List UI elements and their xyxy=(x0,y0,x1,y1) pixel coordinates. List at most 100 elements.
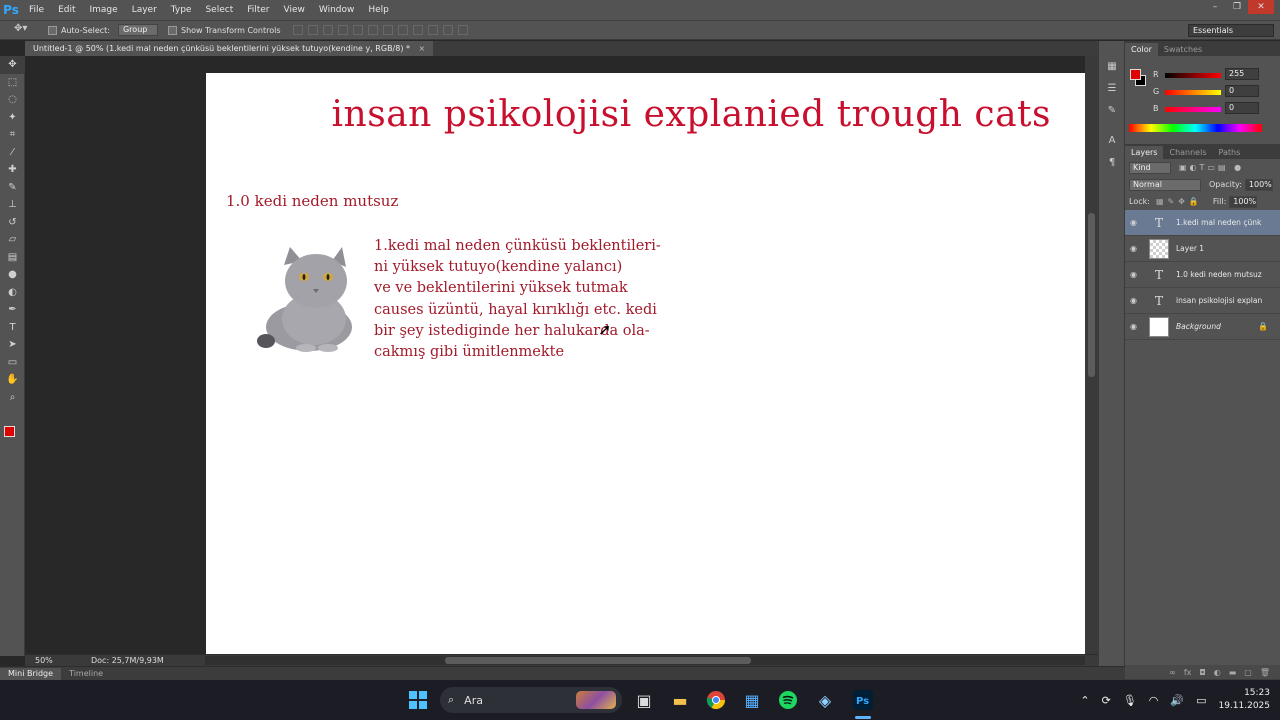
horizontal-scroll-thumb[interactable] xyxy=(445,657,751,664)
clone-stamp-tool-icon[interactable]: ⊥ xyxy=(0,196,25,214)
adjustment-layer-icon[interactable]: ◐ xyxy=(1214,668,1221,677)
new-group-icon[interactable]: ▬ xyxy=(1229,668,1237,677)
menu-select[interactable]: Select xyxy=(198,0,240,20)
blur-tool-icon[interactable]: ● xyxy=(0,266,25,284)
align-top-icon[interactable] xyxy=(292,25,303,35)
app-diamond-icon[interactable]: ◈ xyxy=(814,689,836,711)
visibility-eye-icon[interactable]: ◉ xyxy=(1130,270,1144,279)
blend-mode-dropdown[interactable]: Normal xyxy=(1129,178,1201,191)
sync-icon[interactable]: ⟳ xyxy=(1102,694,1111,707)
auto-select-dropdown[interactable]: Group xyxy=(117,24,158,36)
visibility-eye-icon[interactable]: ◉ xyxy=(1130,244,1144,253)
tab-mini-bridge[interactable]: Mini Bridge xyxy=(0,667,62,680)
menu-help[interactable]: Help xyxy=(361,0,396,20)
volume-icon[interactable]: 🔊 xyxy=(1170,694,1184,707)
tab-swatches[interactable]: Swatches xyxy=(1158,43,1208,56)
layer-filter-kind-dropdown[interactable]: Kind xyxy=(1129,161,1171,174)
delete-layer-icon[interactable]: 🗑 xyxy=(1260,668,1270,677)
distribute-vcenter-icon[interactable] xyxy=(397,25,408,35)
tab-paths[interactable]: Paths xyxy=(1213,146,1247,159)
restore-button[interactable]: ❐ xyxy=(1226,0,1248,14)
visibility-eye-icon[interactable]: ◉ xyxy=(1130,218,1144,227)
menu-image[interactable]: Image xyxy=(83,0,125,20)
foreground-color-swatch[interactable] xyxy=(4,426,15,437)
layer-row[interactable]: ◉ Background 🔒 xyxy=(1125,314,1280,340)
vertical-scroll-thumb[interactable] xyxy=(1088,213,1095,377)
distribute-left-icon[interactable] xyxy=(427,25,438,35)
move-tool-preset-icon[interactable]: ✥▾ xyxy=(14,23,38,37)
canvas-heading-text[interactable]: 1.0 kedi neden mutsuz xyxy=(226,192,398,210)
green-value-input[interactable]: 0 xyxy=(1225,85,1259,97)
marquee-tool-icon[interactable]: ⬚ xyxy=(0,74,25,92)
crop-tool-icon[interactable]: ⌗ xyxy=(0,126,25,144)
color-spectrum-bar[interactable] xyxy=(1129,124,1262,132)
history-panel-icon[interactable]: ▦ xyxy=(1099,55,1125,77)
canvas-body-text[interactable]: 1.kedi mal neden çünküsü beklentileri- n… xyxy=(374,236,661,363)
microsoft-store-icon[interactable]: ▦ xyxy=(741,689,763,711)
menu-type[interactable]: Type xyxy=(164,0,199,20)
link-layers-icon[interactable]: ∞ xyxy=(1169,668,1176,677)
red-slider[interactable] xyxy=(1165,73,1221,78)
properties-panel-icon[interactable]: ☰ xyxy=(1099,77,1125,99)
horizontal-scrollbar[interactable] xyxy=(205,656,1085,665)
wifi-icon[interactable]: ◠ xyxy=(1149,694,1159,707)
distribute-right-icon[interactable] xyxy=(457,25,468,35)
green-slider[interactable] xyxy=(1165,90,1221,95)
gradient-tool-icon[interactable]: ▤ xyxy=(0,249,25,267)
brush-tool-icon[interactable]: ✎ xyxy=(0,179,25,197)
hand-tool-icon[interactable]: ✋ xyxy=(0,371,25,389)
canvas-title-text[interactable]: insan psikolojisi explanied trough cats xyxy=(332,94,1051,135)
tab-layers[interactable]: Layers xyxy=(1125,146,1164,159)
align-vcenter-icon[interactable] xyxy=(307,25,318,35)
layer-row[interactable]: ◉ T 1.kedi mal neden çünk... xyxy=(1125,210,1280,236)
vertical-scrollbar[interactable] xyxy=(1085,56,1098,654)
file-explorer-icon[interactable]: ▬ xyxy=(669,689,691,711)
menu-layer[interactable]: Layer xyxy=(125,0,164,20)
character-panel-icon[interactable]: A xyxy=(1099,129,1125,151)
layer-row[interactable]: ◉ T 1.0 kedi neden mutsuz xyxy=(1125,262,1280,288)
align-left-icon[interactable] xyxy=(337,25,348,35)
eraser-tool-icon[interactable]: ▱ xyxy=(0,231,25,249)
zoom-level[interactable]: 50% xyxy=(25,656,61,665)
pen-tool-icon[interactable]: ✒ xyxy=(0,301,25,319)
taskbar-search-box[interactable]: ⌕ Ara xyxy=(440,687,622,713)
blue-slider[interactable] xyxy=(1165,107,1221,112)
document-tab[interactable]: Untitled-1 @ 50% (1.kedi mal neden çünkü… xyxy=(25,41,434,56)
menu-view[interactable]: View xyxy=(277,0,312,20)
spotify-icon[interactable] xyxy=(777,689,799,711)
color-foreground-swatch[interactable] xyxy=(1130,69,1141,80)
menu-filter[interactable]: Filter xyxy=(240,0,276,20)
minimize-button[interactable]: – xyxy=(1204,0,1226,14)
distribute-top-icon[interactable] xyxy=(382,25,393,35)
new-layer-icon[interactable]: ▢ xyxy=(1244,668,1252,677)
layer-row[interactable]: ◉ T insan psikolojisi explani... xyxy=(1125,288,1280,314)
photoshop-taskbar-icon[interactable]: Ps xyxy=(852,689,874,711)
workspace-dropdown[interactable]: Essentials xyxy=(1188,24,1274,37)
healing-brush-tool-icon[interactable]: ✚ xyxy=(0,161,25,179)
fill-input[interactable]: 100% xyxy=(1229,195,1258,208)
path-selection-tool-icon[interactable]: ➤ xyxy=(0,336,25,354)
align-bottom-icon[interactable] xyxy=(322,25,333,35)
blue-value-input[interactable]: 0 xyxy=(1225,102,1259,114)
auto-select-checkbox[interactable] xyxy=(48,25,57,35)
tab-timeline[interactable]: Timeline xyxy=(61,668,111,680)
battery-icon[interactable]: ▭ xyxy=(1196,694,1206,707)
layer-row[interactable]: ◉ Layer 1 xyxy=(1125,236,1280,262)
distribute-hcenter-icon[interactable] xyxy=(442,25,453,35)
tab-color[interactable]: Color xyxy=(1125,43,1158,56)
shape-tool-icon[interactable]: ▭ xyxy=(0,354,25,372)
visibility-eye-icon[interactable]: ◉ xyxy=(1130,322,1144,331)
microphone-icon[interactable]: 🎙 xyxy=(1123,694,1137,707)
eyedropper-tool-icon[interactable]: ⁄ xyxy=(0,144,25,162)
windows-start-icon[interactable] xyxy=(407,689,429,711)
chrome-icon[interactable] xyxy=(705,689,727,711)
zoom-tool-icon[interactable]: ⌕ xyxy=(0,389,25,407)
chevron-up-icon[interactable]: ⌃ xyxy=(1080,694,1089,707)
paragraph-panel-icon[interactable]: ¶ xyxy=(1099,151,1125,173)
menu-file[interactable]: File xyxy=(22,0,51,20)
align-right-icon[interactable] xyxy=(367,25,378,35)
cat-image[interactable] xyxy=(254,245,354,353)
red-value-input[interactable]: 255 xyxy=(1225,68,1259,80)
menu-edit[interactable]: Edit xyxy=(51,0,82,20)
taskbar-clock[interactable]: 15:23 19.11.2025 xyxy=(1218,687,1270,713)
